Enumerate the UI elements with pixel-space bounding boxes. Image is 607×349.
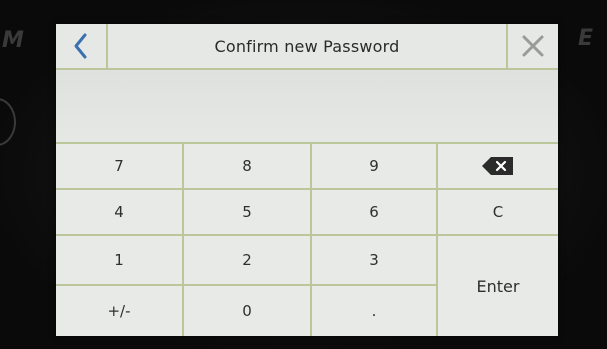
backspace-icon [482,157,513,175]
device-photo-background: M E Confirm new Password 7 8 9 4 5 6 C 1… [0,0,607,349]
close-button[interactable] [506,24,558,68]
backspace-key[interactable] [438,144,558,190]
enter-key[interactable]: Enter [438,236,558,336]
password-input-display[interactable] [56,70,558,144]
key-4[interactable]: 4 [56,190,184,236]
key-6[interactable]: 6 [312,190,438,236]
device-screen: Confirm new Password 7 8 9 4 5 6 C 1 2 3… [56,24,558,336]
key-2[interactable]: 2 [184,236,312,286]
dialog-header: Confirm new Password [56,24,558,70]
decimal-point-key[interactable]: . [312,286,438,336]
key-1[interactable]: 1 [56,236,184,286]
sign-toggle-key[interactable]: +/- [56,286,184,336]
chevron-left-icon [74,33,87,59]
numeric-keypad: 7 8 9 4 5 6 C 1 2 3 Enter +/- 0 . [56,144,558,336]
back-button[interactable] [56,24,108,68]
close-x-icon [522,35,544,57]
bezel-ring [0,98,16,146]
dialog-title: Confirm new Password [214,36,400,56]
key-8[interactable]: 8 [184,144,312,190]
key-9[interactable]: 9 [312,144,438,190]
bezel-print-right: E [578,26,594,51]
bezel-print-left: M [2,28,24,53]
key-3[interactable]: 3 [312,236,438,286]
key-0[interactable]: 0 [184,286,312,336]
key-7[interactable]: 7 [56,144,184,190]
key-5[interactable]: 5 [184,190,312,236]
clear-key[interactable]: C [438,190,558,236]
